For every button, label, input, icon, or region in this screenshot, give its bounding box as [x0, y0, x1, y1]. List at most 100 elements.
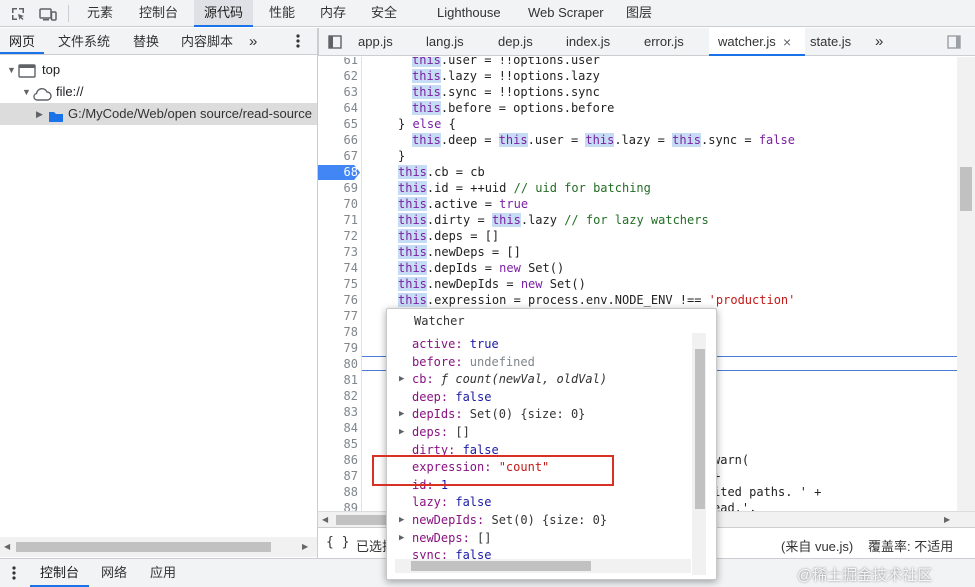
property-value: true [469, 337, 499, 351]
tab-web-scraper[interactable]: Web Scraper [519, 0, 613, 27]
expand-triangle-icon[interactable]: ▶ [399, 405, 404, 423]
expanded-triangle-icon[interactable]: ▼ [7, 59, 16, 81]
line-number-text: 61 [343, 57, 358, 67]
line-number-gutter[interactable]: 61 62 63 64 65 66 67 68 69 70 71 72 73 74 75 76 77 78 79 80… [318, 57, 362, 511]
expand-triangle-icon[interactable]: ▶ [399, 511, 404, 529]
line-number[interactable]: 81 [318, 372, 362, 388]
pretty-print-button[interactable]: { } [326, 535, 349, 550]
popover-vertical-scrollbar[interactable] [692, 333, 706, 575]
device-toolbar-icon[interactable] [36, 0, 60, 27]
line-number-text: 80 [343, 357, 358, 371]
toggle-debugger-icon[interactable] [944, 28, 964, 55]
line-number[interactable]: 62 [318, 68, 362, 84]
tree-label: top [42, 62, 61, 77]
line-number[interactable]: 73 [318, 244, 362, 260]
tab-filesystem[interactable]: 文件系统 [49, 28, 119, 54]
line-number[interactable]: 66 [318, 132, 362, 148]
expand-triangle-icon[interactable]: ▶ [399, 370, 404, 388]
watermark: @稀土掘金技术社区 [797, 567, 933, 584]
close-tab-icon[interactable]: × [783, 28, 791, 56]
scroll-left-icon[interactable]: ◀ [322, 515, 328, 524]
line-number[interactable]: 67 [318, 148, 362, 164]
more-tabs-button[interactable]: » [245, 28, 261, 54]
tab-performance[interactable]: 性能 [260, 0, 304, 27]
toolbar-separator [68, 5, 69, 22]
line-number[interactable]: 83 [318, 404, 362, 420]
line-number[interactable]: 70 [318, 196, 362, 212]
collapsed-triangle-icon[interactable]: ▶ [36, 103, 43, 125]
tree-item-top[interactable]: ▼ top [0, 59, 317, 81]
popover-horizontal-scrollbar[interactable] [395, 559, 691, 573]
line-number[interactable]: 69 [318, 180, 362, 196]
file-tab-error-js[interactable]: error.js [635, 28, 693, 55]
line-number[interactable]: 78 [318, 324, 362, 340]
file-tab-watcher-js[interactable]: watcher.js × [709, 28, 805, 56]
tab-lighthouse[interactable]: Lighthouse [428, 0, 510, 27]
tab-layers[interactable]: 图层 [617, 0, 661, 27]
tab-elements[interactable]: 元素 [78, 0, 122, 27]
file-tab-lang-js[interactable]: lang.js [417, 28, 473, 55]
line-number[interactable]: 84 [318, 420, 362, 436]
line-number[interactable]: 86 [318, 452, 362, 468]
editor-vertical-scrollbar[interactable] [957, 57, 975, 511]
scrollbar-thumb[interactable] [960, 167, 972, 211]
line-number[interactable]: 82 [318, 388, 362, 404]
property-value: false [455, 389, 492, 404]
line-number[interactable]: 76 [318, 292, 362, 308]
source-link[interactable]: (来自 vue.js) [781, 536, 853, 555]
expanded-triangle-icon[interactable]: ▼ [22, 81, 31, 103]
tree-item-file-origin[interactable]: ▼ file:// [0, 81, 317, 103]
line-number[interactable]: 64 [318, 100, 362, 116]
line-number[interactable]: 80 [318, 356, 362, 372]
drawer-tab-network[interactable]: 网络 [92, 559, 136, 587]
scroll-right-icon[interactable]: ▶ [302, 542, 308, 551]
line-number-text: 88 [343, 485, 358, 499]
property-key: deep: false [412, 389, 492, 404]
line-number[interactable]: 77 [318, 308, 362, 324]
kebab-menu-icon[interactable] [6, 559, 22, 587]
line-number[interactable]: 85 [318, 436, 362, 452]
tab-memory[interactable]: 内存 [311, 0, 355, 27]
tab-content-scripts[interactable]: 内容脚本 [172, 28, 242, 54]
tab-overrides[interactable]: 替换 [124, 28, 168, 54]
tree-label: file:// [56, 84, 84, 99]
inspect-element-icon[interactable] [6, 0, 30, 27]
file-tab-dep-js[interactable]: dep.js [489, 28, 542, 55]
line-number[interactable]: 75 [318, 276, 362, 292]
scrollbar-thumb[interactable] [411, 561, 591, 571]
file-tab-index-js[interactable]: index.js [557, 28, 619, 55]
drawer-tab-console[interactable]: 控制台 [30, 559, 90, 587]
drawer-tab-application[interactable]: 应用 [141, 559, 185, 587]
line-number[interactable]: 68 [318, 164, 362, 180]
scrollbar-thumb[interactable] [695, 349, 705, 509]
line-number-text: 83 [343, 405, 358, 419]
object-preview-popover[interactable]: Watcher active: true before: undefined ▶ cb… [386, 308, 717, 580]
toggle-navigator-icon[interactable] [325, 28, 345, 55]
kebab-menu-icon[interactable] [288, 28, 308, 54]
line-number[interactable]: 88 [318, 484, 362, 500]
tree-horizontal-scrollbar[interactable]: ◀ ▶ [0, 537, 317, 557]
scroll-right-icon[interactable]: ▶ [944, 515, 950, 524]
line-number[interactable]: 61 [318, 57, 362, 68]
tab-sources[interactable]: 源代码 [194, 0, 254, 27]
line-number[interactable]: 79 [318, 340, 362, 356]
line-number[interactable]: 63 [318, 84, 362, 100]
more-file-tabs-button[interactable]: » [871, 28, 887, 55]
scroll-left-icon[interactable]: ◀ [4, 542, 10, 551]
scrollbar-thumb[interactable] [16, 542, 271, 552]
file-tab-state-js[interactable]: state.js [801, 28, 860, 55]
line-number[interactable]: 71 [318, 212, 362, 228]
tab-page[interactable]: 网页 [0, 28, 45, 54]
line-number[interactable]: 74 [318, 260, 362, 276]
expand-triangle-icon[interactable]: ▶ [399, 423, 404, 441]
tab-security[interactable]: 安全 [362, 0, 406, 27]
line-number[interactable]: 65 [318, 116, 362, 132]
line-number[interactable]: 72 [318, 228, 362, 244]
line-number-text: 86 [343, 453, 358, 467]
tab-console[interactable]: 控制台 [130, 0, 187, 27]
expand-triangle-icon[interactable]: ▶ [399, 529, 404, 547]
tree-item-folder[interactable]: ▶ G:/MyCode/Web/open source/read-source [0, 103, 317, 125]
line-number[interactable]: 87 [318, 468, 362, 484]
file-tab-app-js[interactable]: app.js [349, 28, 402, 55]
line-number[interactable]: 89 [318, 500, 362, 511]
